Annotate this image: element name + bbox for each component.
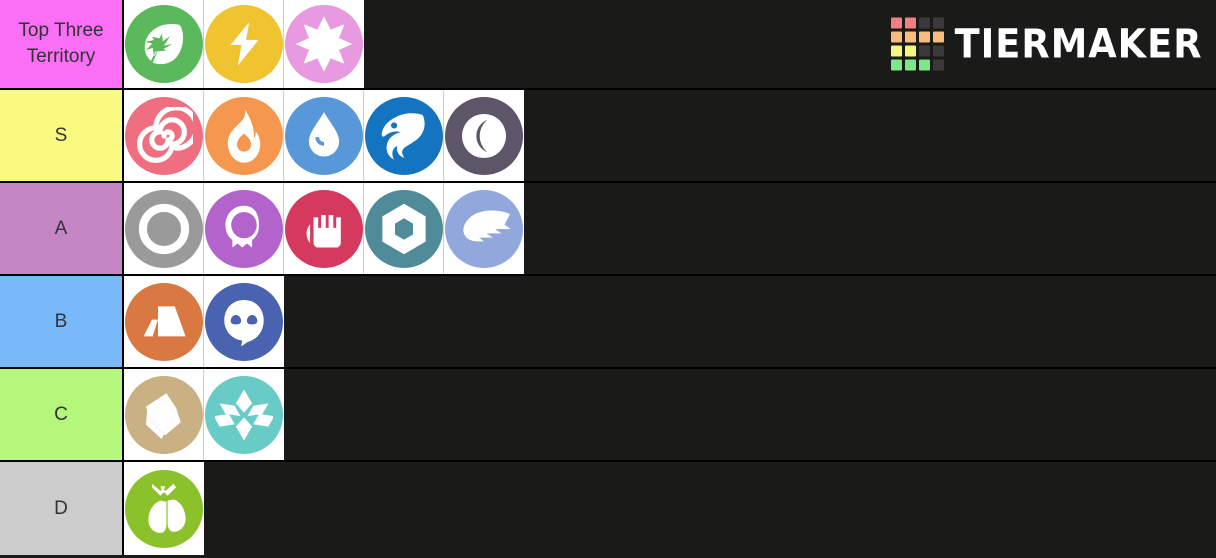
tier-items-d[interactable]	[124, 462, 204, 555]
ice-icon	[205, 375, 283, 454]
tiermaker-grid-cell	[904, 59, 916, 71]
tier-label-header[interactable]: Top Three Territory	[0, 0, 124, 88]
tier-item-normal[interactable]	[124, 183, 204, 274]
tier-item-fire[interactable]	[204, 90, 284, 181]
tiermaker-grid-cell	[932, 45, 944, 57]
tier-dropzone-c[interactable]	[284, 369, 1216, 460]
fairy-icon	[285, 5, 363, 83]
tiermaker-grid-cell	[904, 17, 916, 29]
tiermaker-grid-cell	[918, 59, 930, 71]
tier-item-water[interactable]	[284, 90, 364, 181]
tiermaker-grid-cell	[890, 17, 902, 29]
psychic-icon	[205, 282, 283, 361]
tier-item-grass[interactable]	[124, 0, 204, 88]
tiermaker-grid-cell	[918, 17, 930, 29]
flying-icon	[445, 189, 523, 268]
dragon-icon	[364, 96, 443, 175]
tiermaker-grid-cell	[904, 45, 916, 57]
ghost-icon	[204, 189, 283, 268]
steel-icon	[364, 189, 443, 268]
normal-icon	[124, 189, 203, 268]
tier-items-c[interactable]	[124, 369, 284, 460]
tier-item-fighting[interactable]	[284, 183, 364, 274]
tier-item-electric[interactable]	[204, 0, 284, 88]
tiermaker-logo: TIERMAKER	[890, 17, 1203, 71]
fighting-icon	[284, 189, 363, 268]
tiermaker-grid-cell	[918, 45, 930, 57]
tiermaker-grid-cell	[918, 31, 930, 43]
tier-item-ghost[interactable]	[204, 183, 284, 274]
tiermaker-grid-icon	[890, 17, 944, 71]
tier-label-a[interactable]: A	[0, 183, 124, 274]
tier-item-bug[interactable]	[124, 462, 204, 555]
tier-list: Top Three Territory TIERMAKER SABCD	[0, 0, 1216, 558]
tier-label-b[interactable]: B	[0, 276, 124, 367]
tier-item-poison[interactable]	[124, 90, 204, 181]
poison-icon	[124, 96, 203, 175]
tier-label-d[interactable]: D	[0, 462, 124, 555]
tier-item-psychic[interactable]	[204, 276, 284, 367]
tiermaker-wordmark: TIERMAKER	[954, 21, 1203, 67]
tier-items-b[interactable]	[124, 276, 284, 367]
dark-icon	[445, 96, 523, 175]
tier-row-a: A	[0, 183, 1216, 276]
tier-dropzone-b[interactable]	[284, 276, 1216, 367]
tier-item-ground[interactable]	[124, 276, 204, 367]
tiermaker-grid-cell	[904, 31, 916, 43]
tier-dropzone-a[interactable]	[524, 183, 1216, 274]
tier-row-d: D	[0, 462, 1216, 555]
tiermaker-grid-cell	[932, 31, 944, 43]
ground-icon	[124, 282, 203, 361]
tier-row-header: Top Three Territory TIERMAKER	[0, 0, 1216, 90]
tier-label-c[interactable]: C	[0, 369, 124, 460]
tier-item-fairy[interactable]	[284, 0, 364, 88]
tiermaker-grid-cell	[890, 45, 902, 57]
tier-item-ice[interactable]	[204, 369, 284, 460]
fire-icon	[204, 96, 283, 175]
electric-icon	[204, 5, 283, 83]
rock-icon	[124, 375, 203, 454]
tier-item-dragon[interactable]	[364, 90, 444, 181]
tier-item-flying[interactable]	[444, 183, 524, 274]
tiermaker-grid-cell	[932, 59, 944, 71]
tiermaker-grid-cell	[890, 59, 902, 71]
tier-row-b: B	[0, 276, 1216, 369]
tier-row-c: C	[0, 369, 1216, 462]
grass-icon	[124, 5, 203, 83]
water-icon	[284, 96, 363, 175]
tier-dropzone-s[interactable]	[524, 90, 1216, 181]
tier-item-rock[interactable]	[124, 369, 204, 460]
tier-row-s: S	[0, 90, 1216, 183]
tier-label-s[interactable]: S	[0, 90, 124, 181]
tier-item-dark[interactable]	[444, 90, 524, 181]
tier-dropzone-d[interactable]	[204, 462, 1216, 555]
tier-items-s[interactable]	[124, 90, 524, 181]
tier-item-steel[interactable]	[364, 183, 444, 274]
tier-items-header[interactable]	[124, 0, 364, 88]
bug-icon	[125, 469, 203, 548]
tiermaker-grid-cell	[932, 17, 944, 29]
tiermaker-grid-cell	[890, 31, 902, 43]
tier-items-a[interactable]	[124, 183, 524, 274]
